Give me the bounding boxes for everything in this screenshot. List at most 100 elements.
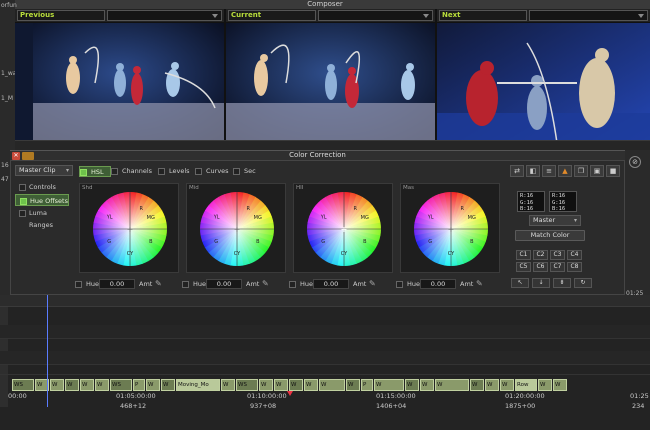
timeline-clip[interactable]: Row [515,379,537,391]
timeline-clip[interactable]: W [553,379,567,391]
amt-label: Amt [353,280,367,288]
c8-button[interactable]: C8 [567,262,582,272]
c3-button[interactable]: C3 [550,250,565,260]
tab-levels[interactable]: Levels [158,166,190,177]
hue-checkbox[interactable] [75,281,82,288]
track-v3[interactable] [0,325,650,339]
hue-value-field[interactable]: 0.00 [313,279,349,289]
track-v1-upper[interactable] [0,363,650,375]
timeline-clip[interactable]: W [538,379,552,391]
copy-icon[interactable]: ❐ [574,165,588,177]
timeline-clip[interactable]: P [361,379,373,391]
bin-label[interactable]: 47 [1,176,9,183]
timeline-clip[interactable]: P [133,379,145,391]
right-strip: ⊘ 01:25 [625,150,650,300]
source-dropdown[interactable]: Master Clip [15,165,73,176]
color-wheel[interactable]: R YL G CY B MG + [187,184,287,274]
split-icon[interactable]: ◧ [526,165,540,177]
no-entry-icon[interactable]: ⊘ [629,156,641,168]
timeline-clip[interactable]: W [65,379,79,391]
previous-monitor[interactable]: Previous [15,9,224,149]
eyedropper-icon[interactable]: ✎ [476,279,483,288]
timeline-clip[interactable]: W [50,379,64,391]
hue-checkbox[interactable] [182,281,189,288]
timeline-clip[interactable]: W [274,379,288,391]
c7-button[interactable]: C7 [550,262,565,272]
next-menu[interactable] [529,10,648,21]
timeline-clip[interactable]: W [289,379,303,391]
graph-icon[interactable]: ≡ [542,165,556,177]
timeline-clip[interactable]: W [346,379,360,391]
bin-label[interactable]: 16 [1,162,9,169]
timeline-clip[interactable]: W [259,379,273,391]
eyedropper-icon[interactable]: ✎ [369,279,376,288]
c5-button[interactable]: C5 [516,262,531,272]
timeline-clip[interactable]: W [304,379,318,391]
timeline: WS W W W W W WS P W W Moving_Mo W WS W W W W W W P W W W W W W W Ro… [0,295,650,430]
compare-icon[interactable]: ⇄ [510,165,524,177]
timeline-clip[interactable]: W [420,379,434,391]
master-dropdown[interactable]: Master [529,215,581,226]
current-menu[interactable] [318,10,433,21]
timeline-clip[interactable]: W [435,379,469,391]
rotate-correction-icon[interactable]: ↻ [574,278,592,288]
c6-button[interactable]: C6 [533,262,548,272]
bin-label[interactable]: 1_M [1,95,13,102]
prev-correction-icon[interactable]: ↖ [511,278,529,288]
hue-value-field[interactable]: 0.00 [420,279,456,289]
timeline-clip[interactable]: W [221,379,235,391]
timeline-clip[interactable]: W [470,379,484,391]
window-icon[interactable]: ▣ [590,165,604,177]
tab-sec[interactable]: Sec [233,166,256,177]
timeline-clip[interactable]: WS [110,379,132,391]
color-wheel-box[interactable]: R YL G CY B MG + Shd [79,183,179,273]
tab-curves[interactable]: Curves [195,166,229,177]
hue-offsets-button[interactable]: Hue Offsets [15,194,69,206]
warning-icon[interactable]: ▲ [558,165,572,177]
color-wheel-box[interactable]: R YL G CY B MG + Mid [186,183,286,273]
eyedropper-icon[interactable]: ✎ [155,279,162,288]
hue-row: Hue 0.00 Amt ✎ [289,278,401,290]
c1-button[interactable]: C1 [516,250,531,260]
timeline-clip[interactable]: WS [236,379,258,391]
marker-icon[interactable] [287,391,293,396]
controls-button[interactable]: Controls [15,181,69,193]
timeline-ruler[interactable] [0,295,650,307]
timeline-clip[interactable]: W [319,379,345,391]
timeline-clip[interactable]: W [146,379,160,391]
current-monitor[interactable]: Current [226,9,435,149]
match-color-button[interactable]: Match Color [515,230,585,241]
c4-button[interactable]: C4 [567,250,582,260]
tab-channels[interactable]: Channels [111,166,152,177]
luma-ranges-button[interactable]: Luma Ranges [15,207,69,229]
bin-label[interactable]: orfun [1,2,17,9]
c2-button[interactable]: C2 [533,250,548,260]
eyedropper-icon[interactable]: ✎ [262,279,269,288]
playhead[interactable] [47,295,48,407]
hue-checkbox[interactable] [289,281,296,288]
tab-hsl[interactable]: HSL [79,166,111,177]
next-monitor[interactable]: Next [437,9,650,149]
timeline-clip[interactable]: W [95,379,109,391]
color-wheel-box[interactable]: R YL G CY B MG + HII [293,183,393,273]
timeline-clip[interactable]: W [405,379,419,391]
apply-correction-icon[interactable]: ⇟ [553,278,571,288]
previous-menu[interactable] [107,10,222,21]
color-wheel[interactable]: R YL G CY B MG + [401,184,501,274]
hue-checkbox[interactable] [396,281,403,288]
timeline-clip[interactable]: W [485,379,499,391]
timeline-clip[interactable]: Moving_Mo [176,379,220,391]
down-correction-icon[interactable]: ↓ [532,278,550,288]
timeline-clip[interactable]: W [374,379,404,391]
timeline-clip[interactable]: W [80,379,94,391]
composer-position-bar[interactable] [15,140,650,150]
hue-value-field[interactable]: 0.00 [206,279,242,289]
color-wheel[interactable]: R YL G CY B MG + [294,184,394,274]
timeline-clip[interactable]: W [500,379,514,391]
palette-icon[interactable]: ■ [606,165,620,177]
timeline-clip[interactable]: WS [12,379,34,391]
color-wheel-box[interactable]: R YL G CY B MG + Mas [400,183,500,273]
color-wheel[interactable]: R YL G CY B MG + [80,184,180,274]
timeline-clip[interactable]: W [161,379,175,391]
hue-value-field[interactable]: 0.00 [99,279,135,289]
